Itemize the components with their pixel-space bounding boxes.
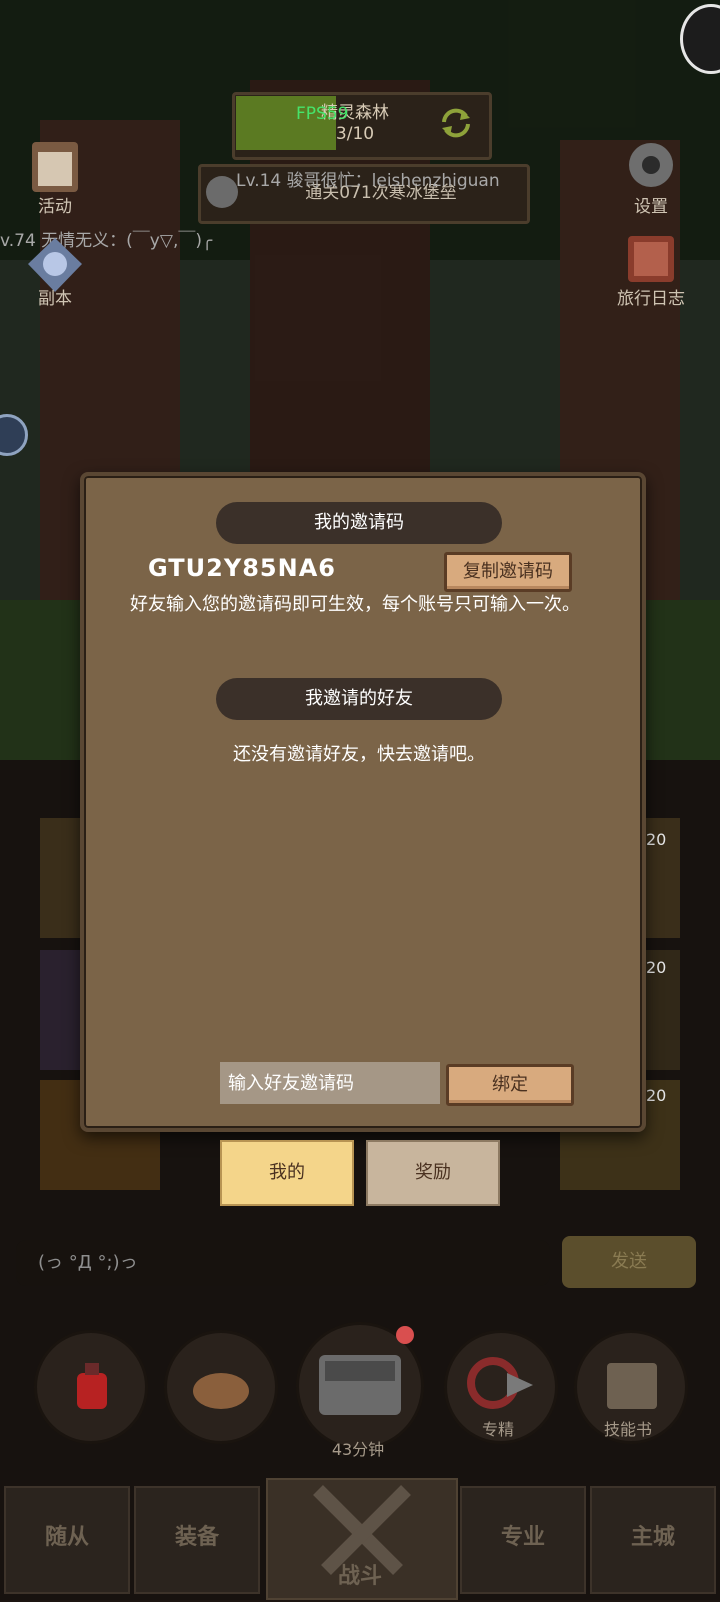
menu-settings-label[interactable]: 设置 <box>601 192 701 217</box>
menu-dungeon-label[interactable]: 副本 <box>5 284 105 309</box>
chest-timer: 43分钟 <box>331 1440 385 1459</box>
chat-message: Lv.14 骏哥很忙：leishenzhiguan <box>236 171 500 191</box>
bread-icon <box>193 1373 249 1409</box>
menu-event-label[interactable]: 活动 <box>5 192 105 217</box>
my-code-title: 我的邀请码 <box>216 502 502 544</box>
bind-button[interactable]: 绑定 <box>446 1064 574 1106</box>
item-level-badge: 20 <box>646 958 667 977</box>
item-level-badge: 20 <box>646 1086 667 1105</box>
invite-code-input[interactable] <box>220 1062 440 1104</box>
chat-input[interactable]: (っ °Д °;)っ <box>16 1240 550 1286</box>
notification-badge <box>396 1326 414 1344</box>
fps-counter: FPS59 <box>296 104 349 124</box>
gear-icon[interactable] <box>618 134 684 196</box>
nav-profession[interactable]: 专业 <box>460 1486 586 1594</box>
nav-followers[interactable]: 随从 <box>4 1486 130 1594</box>
nav-equipment[interactable]: 装备 <box>134 1486 260 1594</box>
travel-log-icon[interactable] <box>618 228 684 290</box>
stage-progress-text: 3/10 <box>335 124 375 144</box>
alert-icon <box>206 176 238 208</box>
bread-icon[interactable] <box>164 1330 278 1444</box>
friends-empty-text: 还没有邀请好友，快去邀请吧。 <box>233 744 485 765</box>
mastery-label: 专精 <box>481 1420 514 1439</box>
send-button[interactable]: 发送 <box>562 1236 696 1288</box>
item-level-badge: 20 <box>646 830 667 849</box>
skill-book-label: 技能书 <box>603 1420 652 1439</box>
tab-mine[interactable]: 我的 <box>220 1140 354 1206</box>
copy-code-button[interactable]: 复制邀请码 <box>444 552 572 592</box>
menu-travel-log-label[interactable]: 旅行日志 <box>601 284 701 309</box>
refresh-icon[interactable] <box>438 108 474 138</box>
potion-icon[interactable] <box>34 1330 148 1444</box>
friends-title: 我邀请的好友 <box>216 678 502 720</box>
event-calendar-icon[interactable] <box>22 136 88 198</box>
nav-main-city[interactable]: 主城 <box>590 1486 716 1594</box>
nav-battle-label: 战斗 <box>337 1564 382 1589</box>
invite-tip: 好友输入您的邀请码即可生效，每个账号只可输入一次。 <box>130 594 580 615</box>
invite-code: GTU2Y85NA6 <box>148 554 336 582</box>
tab-reward[interactable]: 奖励 <box>366 1140 500 1206</box>
potion-icon <box>77 1363 107 1409</box>
